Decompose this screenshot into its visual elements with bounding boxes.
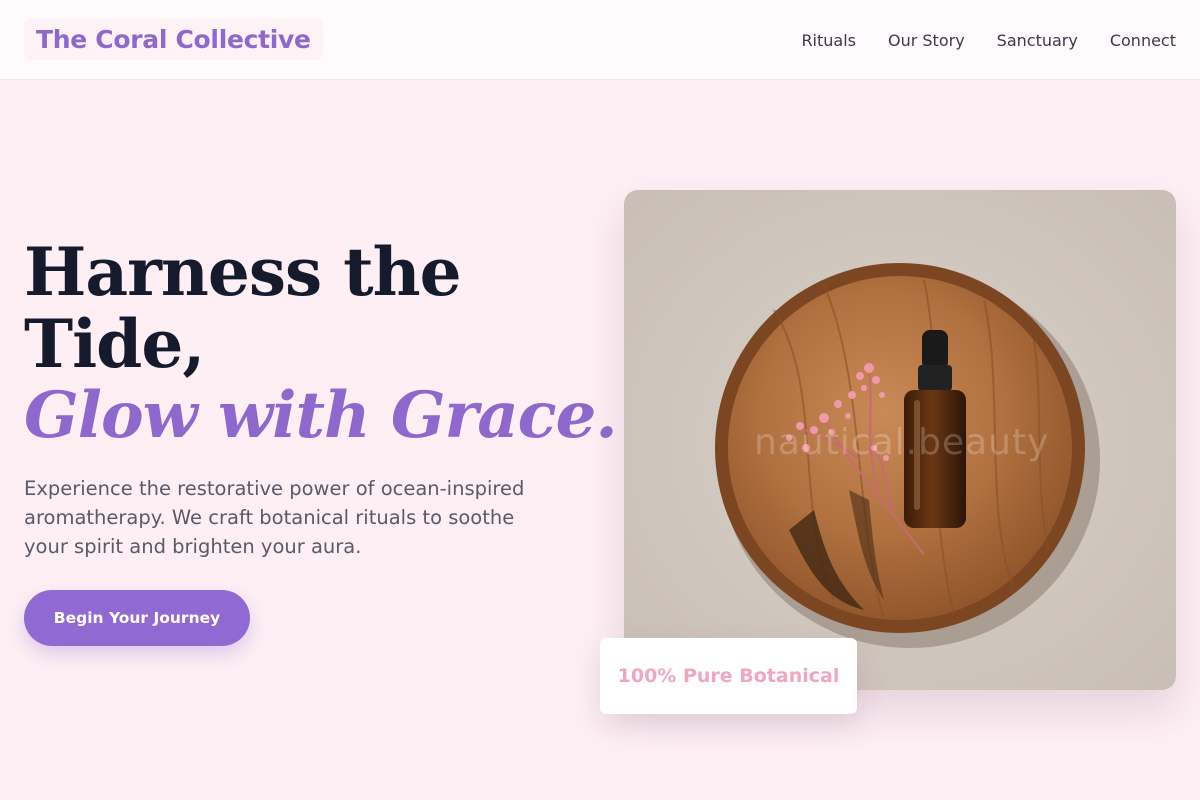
headline-accent: Glow with Grace. [24,378,618,453]
headline-line-2: Tide, [24,305,205,383]
product-photo: nautical.beauty [624,190,1176,690]
nav-link-sanctuary[interactable]: Sanctuary [997,31,1078,50]
site-header: The Coral Collective Rituals Our Story S… [0,0,1200,80]
nav-link-rituals[interactable]: Rituals [801,31,856,50]
begin-journey-button[interactable]: Begin Your Journey [24,590,250,646]
hero-headline: Harness the Tide, Glow with Grace. [24,233,618,453]
hero-subtext: Experience the restorative power of ocea… [24,477,525,558]
landing-page: The Coral Collective Rituals Our Story S… [0,0,1200,800]
nav-link-connect[interactable]: Connect [1110,31,1176,50]
main-nav: Rituals Our Story Sanctuary Connect [801,0,1176,80]
nav-link-our-story[interactable]: Our Story [888,31,965,50]
photo-watermark: nautical.beauty [754,422,1050,463]
badge-label: 100% Pure Botanical [617,665,840,687]
brand-logo[interactable]: The Coral Collective [24,18,323,60]
pure-botanical-badge: 100% Pure Botanical [600,638,857,714]
headline-line-1: Harness the [24,233,462,311]
